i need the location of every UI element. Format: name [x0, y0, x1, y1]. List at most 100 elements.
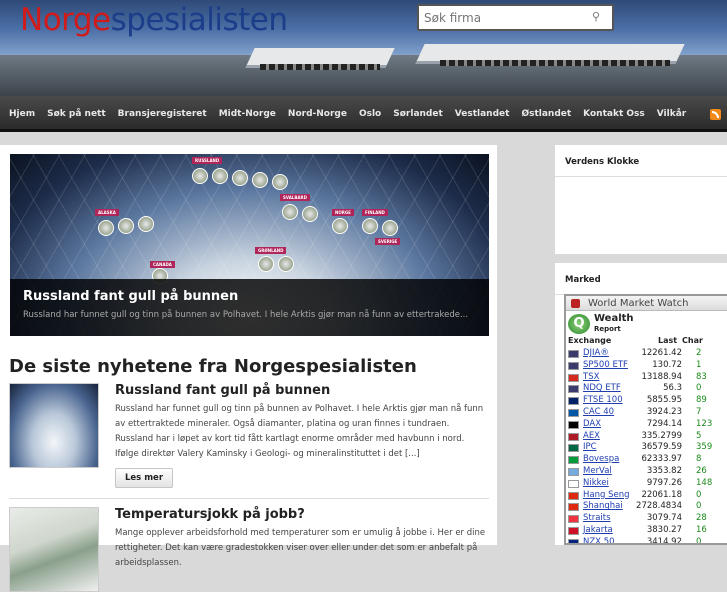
nav-item-sok-pa-nett[interactable]: Søk på nett: [41, 109, 112, 119]
index-last: 335.2799: [641, 430, 682, 441]
map-marker: [282, 204, 298, 220]
flag-icon: [568, 409, 579, 417]
index-link[interactable]: NDQ ETF: [583, 383, 621, 393]
index-link[interactable]: Jakarta: [583, 525, 613, 535]
map-label: ALASKA: [95, 209, 119, 216]
index-link[interactable]: CAC 40: [583, 407, 614, 417]
index-link[interactable]: Shanghai: [583, 501, 623, 511]
nav-item-hjem[interactable]: Hjem: [3, 109, 41, 119]
post-thumbnail[interactable]: [9, 383, 99, 468]
index-link[interactable]: Nikkei: [583, 478, 609, 488]
index-last: 3830.27: [646, 525, 682, 535]
nav-item-bransjeregisteret[interactable]: Bransjeregisteret: [112, 109, 213, 119]
map-marker: [272, 174, 288, 190]
index-last: 22061.18: [641, 489, 682, 500]
index-change: 0: [696, 536, 702, 545]
index-link[interactable]: IPC: [583, 442, 597, 452]
market-row: FTSE 100 5855.95 89: [566, 395, 727, 407]
header-building-windows: [440, 60, 670, 66]
world-clock-widget: Verdens Klokke: [555, 145, 727, 254]
map-label: CANADA: [150, 261, 175, 268]
flag-icon: [568, 385, 579, 394]
index-last: 9797.26: [646, 477, 682, 488]
index-change: 0: [696, 383, 702, 394]
index-change: 1: [696, 359, 702, 370]
index-last: 3353.82: [646, 466, 682, 476]
map-marker: [118, 218, 134, 234]
index-link[interactable]: AEX: [583, 431, 600, 441]
map-label: FINLAND: [362, 209, 388, 216]
map-marker: [258, 256, 274, 272]
nav-item-vilkar[interactable]: Vilkår: [651, 109, 692, 119]
flag-icon: [568, 468, 579, 476]
index-link[interactable]: Bovespa: [583, 454, 619, 464]
brand-name: Wealth Report: [594, 313, 634, 335]
featured-caption: Russland fant gull på bunnen Russland ha…: [10, 279, 489, 336]
market-row: Straits 3079.74 28: [566, 513, 727, 525]
map-marker: [278, 256, 294, 272]
main-content: RUSSLAND ALASKA CANADA SVALBARD NORGE FI…: [0, 145, 497, 592]
index-last: 130.72: [652, 359, 682, 370]
index-link[interactable]: DAX: [583, 419, 601, 429]
index-last: 3414.92: [646, 536, 682, 545]
nav-item-vestlandet[interactable]: Vestlandet: [449, 109, 516, 119]
index-change: 5: [696, 430, 702, 441]
index-link[interactable]: SP500 ETF: [583, 360, 628, 370]
header-building-windows: [260, 64, 380, 70]
logo-text-norge: Norge: [20, 2, 111, 38]
index-link[interactable]: Straits: [583, 513, 611, 523]
map-label: RUSSLAND: [192, 157, 223, 164]
nav-item-kontakt-oss[interactable]: Kontakt Oss: [577, 109, 651, 119]
post-thumbnail[interactable]: [9, 507, 99, 592]
main-navigation: Hjem Søk på nett Bransjeregisteret Midt-…: [0, 96, 727, 132]
map-label: GRØNLAND: [255, 247, 287, 254]
index-change: 148: [696, 477, 713, 488]
rss-icon[interactable]: [710, 109, 721, 120]
flag-icon: [568, 538, 579, 543]
nav-item-ostlandet[interactable]: Østlandet: [515, 109, 577, 119]
post-title[interactable]: Russland fant gull på bunnen: [115, 383, 330, 398]
market-row: SP500 ETF 130.72 1: [566, 360, 727, 372]
index-link[interactable]: DJIA®: [583, 348, 609, 358]
magnifier-icon[interactable]: ⚲: [592, 11, 604, 23]
search-input[interactable]: [424, 9, 584, 27]
flag-icon: [568, 527, 579, 535]
read-more-button[interactable]: Les mer: [115, 468, 174, 488]
flag-icon: [568, 420, 579, 429]
index-link[interactable]: MerVal: [583, 466, 612, 476]
index-link[interactable]: Hang Seng: [583, 490, 630, 500]
flag-icon: [568, 515, 579, 524]
index-change: 16: [696, 525, 707, 535]
post-title[interactable]: Temperatursjokk på jobb?: [115, 507, 305, 522]
index-last: 36579.59: [641, 442, 682, 453]
index-last: 62333.97: [641, 454, 682, 465]
market-row: Bovespa 62333.97 8: [566, 454, 727, 466]
market-row: MerVal 3353.82 26: [566, 466, 727, 478]
map-label: NORGE: [332, 209, 354, 216]
market-row: IPC 36579.59 359: [566, 442, 727, 454]
map-marker: [332, 218, 348, 234]
featured-slider[interactable]: RUSSLAND ALASKA CANADA SVALBARD NORGE FI…: [10, 154, 489, 336]
index-change: 359: [696, 442, 713, 453]
index-last: 56.3: [663, 383, 682, 394]
map-marker: [98, 220, 114, 236]
market-row: NZX 50 3414.92 0: [566, 536, 727, 545]
widget-title: Marked: [555, 263, 727, 295]
nav-item-oslo[interactable]: Oslo: [353, 109, 387, 119]
site-logo[interactable]: Norgespesialisten: [20, 2, 288, 38]
index-change: 0: [696, 501, 702, 512]
logo-text-spesialisten: spesialisten: [110, 2, 288, 38]
nav-item-midt-norge[interactable]: Midt-Norge: [213, 109, 282, 119]
map-marker: [192, 168, 208, 184]
index-link[interactable]: FTSE 100: [583, 395, 623, 405]
flag-icon: [568, 373, 579, 382]
nav-item-nord-norge[interactable]: Nord-Norge: [282, 109, 353, 119]
index-link[interactable]: NZX 50: [583, 537, 615, 543]
market-row: CAC 40 3924.23 7: [566, 407, 727, 419]
flag-icon: [568, 491, 579, 500]
index-link[interactable]: TSX: [583, 372, 599, 382]
featured-title[interactable]: Russland fant gull på bunnen: [23, 289, 238, 304]
nav-item-sorlandet[interactable]: Sørlandet: [387, 109, 449, 119]
index-last: 5855.95: [646, 395, 682, 406]
market-widget: Marked World Market Watch Q Wealth Report…: [555, 263, 727, 545]
